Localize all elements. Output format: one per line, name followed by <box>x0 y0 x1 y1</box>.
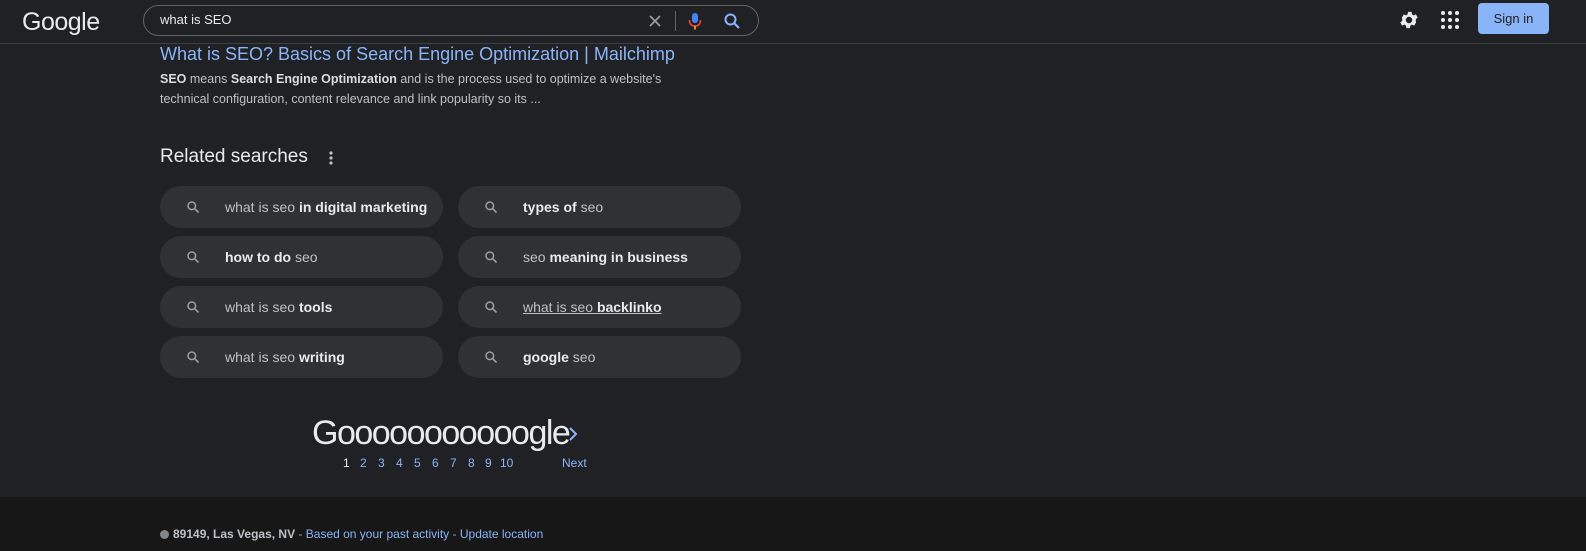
result-snippet: SEO means Search Engine Optimization and… <box>160 69 680 109</box>
related-searches-heading: Related searches <box>160 146 308 167</box>
update-location-link[interactable]: Update location <box>460 527 543 541</box>
related-search-text: what is seo in digital marketing <box>225 199 427 215</box>
page-number-link[interactable]: 5 <box>414 456 421 470</box>
top-bar: Google Sign in <box>0 0 1586 44</box>
gear-icon[interactable] <box>1398 9 1420 31</box>
location-line: 89149, Las Vegas, NV - Based on your pas… <box>160 527 543 541</box>
more-vert-icon[interactable] <box>324 148 338 168</box>
chip-text-part: in digital marketing <box>298 199 428 215</box>
footer-separator: - <box>449 527 460 541</box>
chip-text-part: google <box>523 349 569 365</box>
snippet-part: means <box>186 72 231 86</box>
search-icon <box>484 350 498 364</box>
related-search-chip[interactable]: how to do seo <box>160 236 443 278</box>
chip-text-part: what is seo <box>523 299 597 315</box>
page-number-link[interactable]: 2 <box>360 456 367 470</box>
related-search-chip[interactable]: what is seo writing <box>160 336 443 378</box>
clear-icon[interactable] <box>646 12 664 30</box>
chip-text-part: how to do <box>225 249 292 265</box>
page-number-link[interactable]: 4 <box>396 456 403 470</box>
chevron-right-icon[interactable] <box>566 425 580 443</box>
search-icon[interactable] <box>722 11 742 31</box>
google-logo[interactable]: Google <box>22 8 100 37</box>
related-search-chip[interactable]: google seo <box>458 336 741 378</box>
pagination-logo: Gooooooooooogle <box>312 414 571 452</box>
related-search-chip[interactable]: what is seo in digital marketing <box>160 186 443 228</box>
page-number-link[interactable]: 7 <box>450 456 457 470</box>
page-number-link[interactable]: 8 <box>468 456 475 470</box>
search-icon <box>484 300 498 314</box>
related-search-chip[interactable]: seo meaning in business <box>458 236 741 278</box>
chip-text-part: writing <box>298 349 345 365</box>
chip-text-part: tools <box>298 299 333 315</box>
search-divider <box>675 11 676 31</box>
page-number-link[interactable]: 10 <box>500 456 513 470</box>
page-number-link[interactable]: 6 <box>432 456 439 470</box>
search-icon <box>186 200 200 214</box>
page-number-link[interactable]: 3 <box>378 456 385 470</box>
related-search-text: seo meaning in business <box>523 249 688 265</box>
next-page-link[interactable]: Next <box>562 456 587 470</box>
location-dot-icon <box>160 530 169 539</box>
related-search-text: what is seo tools <box>225 299 332 315</box>
search-icon <box>186 350 200 364</box>
sign-in-button[interactable]: Sign in <box>1478 3 1549 34</box>
chip-text-part: seo <box>523 249 550 265</box>
chip-text-part: what is seo <box>225 199 299 215</box>
search-icon <box>186 250 200 264</box>
search-box[interactable] <box>143 5 759 36</box>
search-icon <box>484 250 498 264</box>
related-search-text: types of seo <box>523 199 603 215</box>
related-search-chip[interactable]: what is seo tools <box>160 286 443 328</box>
chip-text-part: seo <box>576 199 604 215</box>
chip-text-part: meaning in business <box>549 249 688 265</box>
mic-icon[interactable] <box>687 11 703 31</box>
search-icon <box>186 300 200 314</box>
page-number-link: 1 <box>343 456 350 470</box>
chip-text-part: seo <box>291 249 318 265</box>
related-search-chip[interactable]: what is seo backlinko <box>458 286 741 328</box>
based-on-activity-link[interactable]: Based on your past activity <box>306 527 449 541</box>
chip-text-part: what is seo <box>225 299 299 315</box>
related-search-text: what is seo writing <box>225 349 345 365</box>
related-search-chip[interactable]: types of seo <box>458 186 741 228</box>
chip-text-part: types of <box>523 199 577 215</box>
result-title-link[interactable]: What is SEO? Basics of Search Engine Opt… <box>160 44 675 65</box>
footer-separator: - <box>295 527 306 541</box>
chip-text-part: what is seo <box>225 349 299 365</box>
snippet-part: Search Engine Optimization <box>230 72 397 86</box>
related-search-text: google seo <box>523 349 595 365</box>
location-text: 89149, Las Vegas, NV <box>173 527 296 541</box>
chip-text-part: backlinko <box>596 299 662 315</box>
chip-text-part: seo <box>568 349 596 365</box>
page-number-link[interactable]: 9 <box>485 456 492 470</box>
related-search-text: how to do seo <box>225 249 318 265</box>
footer: 89149, Las Vegas, NV - Based on your pas… <box>0 497 1586 551</box>
search-input[interactable] <box>160 12 620 27</box>
search-icon <box>484 200 498 214</box>
related-search-text: what is seo backlinko <box>523 299 662 315</box>
apps-icon[interactable] <box>1440 10 1460 30</box>
snippet-part: SEO <box>160 72 187 86</box>
